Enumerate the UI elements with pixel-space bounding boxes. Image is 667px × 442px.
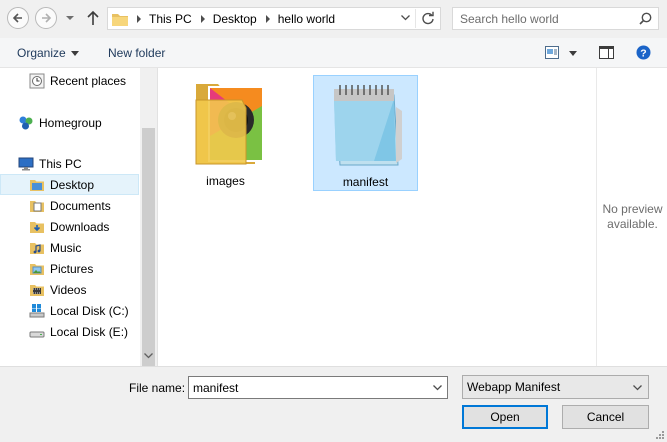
svg-text:?: ?	[640, 47, 646, 59]
no-preview-line1: No preview	[602, 202, 663, 216]
search-box[interactable]	[452, 7, 659, 30]
chevron-down-icon[interactable]	[433, 385, 442, 391]
nav-item-desktop[interactable]: Desktop	[0, 174, 139, 195]
nav-item-label: This PC	[39, 156, 82, 171]
search-icon[interactable]	[639, 12, 652, 25]
nav-item-label: Local Disk (E:)	[50, 324, 129, 339]
music-folder-icon	[30, 242, 44, 254]
recent-locations-chevron-icon[interactable]	[65, 13, 75, 23]
computer-icon	[18, 157, 34, 170]
nav-item-videos[interactable]: Videos	[29, 279, 86, 300]
arrow-right-icon	[42, 13, 52, 23]
help-icon[interactable]: ?	[636, 45, 651, 60]
folder-icon	[112, 13, 128, 26]
nav-item-label: Local Disk (C:)	[50, 303, 129, 318]
address-bar-row: This PC Desktop hello world	[0, 0, 667, 38]
file-name-field-label: File name:	[129, 381, 186, 395]
file-name-label: manifest	[342, 175, 389, 189]
command-toolbar: Organize New folder ?	[0, 38, 667, 68]
homegroup-icon	[19, 116, 33, 129]
file-item-manifest[interactable]: manifest	[313, 75, 418, 191]
desktop-folder-icon	[30, 179, 44, 191]
breadcrumb[interactable]: This PC Desktop hello world	[107, 7, 441, 30]
file-type-select[interactable]: Webapp Manifest	[462, 375, 649, 399]
nav-item-local-disk-e[interactable]: Local Disk (E:)	[29, 321, 128, 342]
nav-item-documents[interactable]: Documents	[29, 195, 111, 216]
photo-folder-icon	[195, 84, 264, 165]
new-folder-button[interactable]: New folder	[108, 46, 165, 60]
nav-item-label: Documents	[50, 198, 111, 213]
chevron-right-icon	[265, 14, 270, 23]
nav-item-downloads[interactable]: Downloads	[29, 216, 109, 237]
up-arrow-icon[interactable]	[86, 10, 100, 26]
recent-places-icon	[29, 73, 45, 88]
refresh-icon[interactable]	[421, 11, 435, 25]
file-name-field[interactable]	[189, 377, 424, 398]
nav-item-pictures[interactable]: Pictures	[29, 258, 93, 279]
drive-icon	[29, 331, 45, 337]
nav-item-homegroup[interactable]: Homegroup	[18, 112, 102, 133]
dialog-footer: File name: Webapp Manifest Open Cancel	[0, 366, 667, 442]
cancel-button[interactable]: Cancel	[562, 405, 649, 429]
scrollbar-thumb[interactable]	[142, 128, 155, 390]
nav-item-this-pc[interactable]: This PC	[18, 153, 82, 174]
file-name-label: images	[206, 174, 245, 188]
breadcrumb-this-pc[interactable]: This PC	[149, 12, 192, 26]
windows-drive-icon	[29, 303, 45, 317]
file-name-combobox[interactable]	[188, 376, 448, 399]
organize-button[interactable]: Organize	[17, 46, 79, 60]
organize-label: Organize	[17, 46, 66, 60]
nav-item-recent-places[interactable]: Recent places	[29, 70, 126, 91]
nav-item-music[interactable]: Music	[29, 237, 81, 258]
downloads-folder-icon	[30, 221, 44, 233]
chevron-right-icon	[137, 14, 141, 23]
preview-pane: No preview available.	[596, 68, 667, 366]
nav-item-label: Recent places	[50, 73, 127, 88]
open-button[interactable]: Open	[462, 405, 548, 429]
nav-item-label: Videos	[50, 282, 87, 297]
file-item-images[interactable]: images	[173, 75, 278, 191]
breadcrumb-desktop[interactable]: Desktop	[213, 12, 257, 26]
file-type-value: Webapp Manifest	[467, 380, 561, 394]
search-input[interactable]	[453, 8, 628, 29]
nav-item-label: Music	[50, 240, 82, 255]
videos-folder-icon	[30, 284, 44, 296]
chevron-down-icon[interactable]	[401, 15, 410, 21]
caret-down-icon	[70, 51, 79, 57]
nav-item-label: Desktop	[50, 177, 95, 192]
breadcrumb-hello-world[interactable]: hello world	[278, 12, 335, 26]
chevron-down-icon	[633, 385, 642, 391]
scroll-down-arrow-icon[interactable]	[144, 353, 153, 359]
navigation-scrollbar[interactable]	[140, 68, 157, 390]
documents-folder-icon	[30, 200, 44, 212]
navigation-pane[interactable]: Recent places Homegroup This PC Desktop …	[0, 68, 157, 366]
preview-pane-icon[interactable]	[599, 46, 614, 59]
no-preview-line2: available.	[607, 217, 658, 231]
arrow-left-icon	[12, 13, 22, 23]
nav-item-local-disk-c[interactable]: Local Disk (C:)	[29, 300, 129, 321]
chevron-right-icon	[200, 14, 205, 23]
notepad-icon	[333, 85, 402, 166]
file-list[interactable]: images manifest	[158, 68, 596, 366]
forward-button[interactable]	[35, 7, 57, 29]
divider	[415, 9, 416, 28]
view-options-caret-icon[interactable]	[569, 51, 577, 56]
resize-grip-icon[interactable]	[653, 428, 665, 440]
nav-item-label: Homegroup	[39, 115, 102, 130]
back-button[interactable]	[7, 7, 29, 29]
change-view-icon[interactable]	[545, 46, 559, 59]
no-preview-message: No preview available.	[597, 202, 667, 232]
nav-item-label: Downloads	[50, 219, 110, 234]
nav-item-label: Pictures	[50, 261, 94, 276]
pictures-folder-icon	[30, 263, 44, 275]
